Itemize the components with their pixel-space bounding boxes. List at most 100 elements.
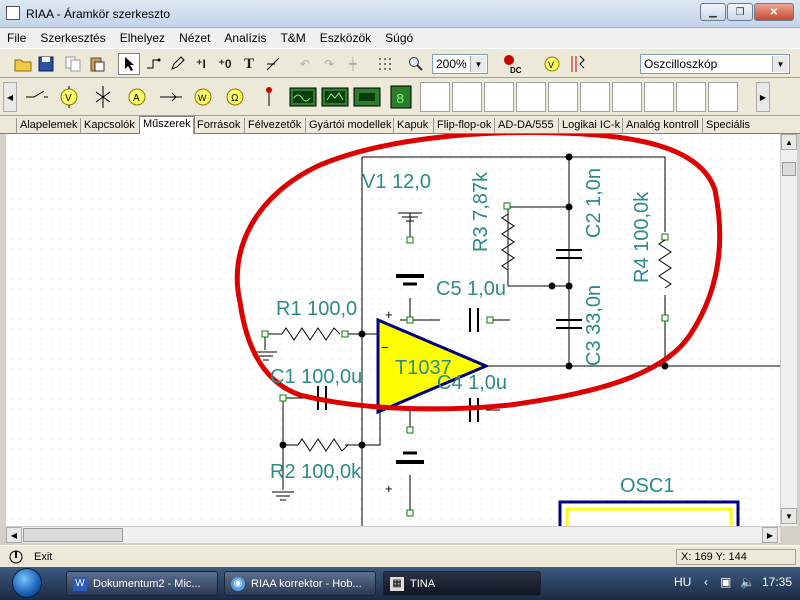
label-c2: C2 1,0n [583, 168, 605, 238]
horizontal-scrollbar[interactable]: ◀ ▶ [6, 526, 780, 543]
scroll-down-button[interactable]: ▼ [781, 508, 797, 524]
menu-szerkesztes[interactable]: Szerkesztés [33, 31, 112, 45]
vertical-scroll-thumb[interactable] [782, 162, 796, 176]
vertical-scrollbar[interactable]: ▲ ▼ [780, 134, 797, 526]
menu-tm[interactable]: T&M [273, 31, 312, 45]
scroll-up-button[interactable]: ▲ [781, 134, 797, 150]
windows-taskbar: W Dokumentum2 - Mic... ◉ RIAA korrektor … [0, 567, 800, 600]
menu-elhelyez[interactable]: Elhelyez [113, 31, 172, 45]
tab-muszerek[interactable]: Műszerek [139, 116, 195, 134]
clock[interactable]: 17:35 [762, 575, 792, 589]
menu-file[interactable]: File [0, 31, 33, 45]
schematic-drawing: V1 12,0 C5 1,0u R1 100,0 C1 100,0u C4 1,… [234, 134, 780, 526]
tab-analog-kontroll[interactable]: Analóg kontroll [622, 118, 702, 134]
zoom-icon[interactable] [405, 53, 427, 75]
logic-display-icon[interactable]: 8 [386, 82, 416, 112]
text-icon[interactable]: T [238, 53, 260, 75]
label-c5: C5 1,0u [436, 278, 506, 300]
tab-kapcsolok[interactable]: Kapcsolók [80, 118, 138, 134]
zoom-select[interactable]: 200% ▼ [432, 54, 488, 74]
arrow-wire-icon[interactable] [156, 82, 186, 112]
menu-analizis[interactable]: Analízis [217, 31, 273, 45]
save-icon[interactable] [35, 53, 57, 75]
palette-empty-slot [516, 82, 546, 112]
tab-flip-flop[interactable]: Flip-flop-ok [433, 118, 494, 134]
menu-eszkozok[interactable]: Eszközök [313, 31, 378, 45]
menu-nezet[interactable]: Nézet [172, 31, 217, 45]
start-button[interactable] [12, 568, 42, 598]
redo-icon[interactable]: ↷ [318, 53, 340, 75]
label-r2: R2 100,0k [270, 461, 362, 483]
label-opamp: T1037 [395, 357, 452, 379]
capacitor-icon [317, 249, 582, 422]
cursor-coordinates: X: 169 Y: 144 [676, 549, 796, 565]
probe-icon[interactable] [254, 82, 284, 112]
label-c1: C1 100,0u [270, 366, 362, 388]
current-source-icon[interactable]: ⁺I [190, 53, 212, 75]
ground-icon[interactable]: ⁺0 [214, 53, 236, 75]
line-text-icon[interactable] [262, 53, 284, 75]
label-r1: R1 100,0 [276, 298, 357, 320]
tab-kapuk[interactable]: Kapuk [393, 118, 431, 134]
menu-sugo[interactable]: Súgó [378, 31, 420, 45]
oscilloscope-icon[interactable] [288, 82, 318, 112]
show-hidden-icons-icon[interactable]: ‹ [704, 575, 708, 589]
palette-empty-slot [612, 82, 642, 112]
transformer-icon[interactable] [567, 53, 589, 75]
signal-analyzer-icon[interactable] [320, 82, 350, 112]
palette-empty-slot [644, 82, 674, 112]
oscilloscope-box [558, 500, 740, 526]
palette-scroll-left[interactable]: ◀ [3, 82, 17, 112]
svg-text:A: A [133, 93, 140, 104]
instrument-select[interactable]: Oszcilloszkóp ▼ [640, 54, 790, 74]
network-icon[interactable]: ▣ [720, 575, 731, 589]
svg-text:V: V [65, 93, 72, 104]
language-indicator[interactable]: HU [674, 575, 691, 589]
scroll-right-button[interactable]: ▶ [762, 527, 778, 543]
wire-icon[interactable] [142, 53, 164, 75]
tab-logikai-ic[interactable]: Logikai IC-k [558, 118, 623, 134]
switch-icon[interactable] [22, 82, 52, 112]
tab-specialis[interactable]: Speciális [702, 118, 753, 134]
junction-icon[interactable]: ┿ [342, 53, 364, 75]
minimize-button[interactable]: ▁ [700, 3, 726, 21]
wattmeter-icon[interactable]: W [188, 82, 218, 112]
tab-felvezetok[interactable]: Félvezetők [244, 118, 304, 134]
tab-gyartoi-modellek[interactable]: Gyártói modellek [305, 118, 395, 134]
dc-analysis-icon[interactable]: DC [499, 53, 525, 75]
paste-icon[interactable] [86, 53, 108, 75]
tina-icon: ▦ [390, 576, 404, 591]
exit-icon[interactable] [8, 549, 26, 568]
taskbar-item-word[interactable]: W Dokumentum2 - Mic... [66, 571, 218, 596]
label-c3: C3 33,0n [583, 285, 605, 366]
maximize-button[interactable]: ❐ [727, 3, 753, 21]
horizontal-scroll-thumb[interactable] [23, 528, 123, 542]
undo-icon[interactable]: ↶ [294, 53, 316, 75]
ammeter-icon[interactable]: A [122, 82, 152, 112]
function-generator-icon[interactable] [352, 82, 382, 112]
tab-alapelemek[interactable]: Alapelemek [16, 118, 80, 134]
taskbar-item-tina[interactable]: ▦ TINA [383, 571, 541, 596]
component-palette: ◀ V A W Ω 8 ▶ [0, 78, 800, 116]
select-pointer-icon[interactable] [118, 53, 140, 75]
voltmeter-icon[interactable]: V [541, 53, 563, 75]
palette-scroll-right[interactable]: ▶ [756, 82, 770, 112]
open-icon[interactable] [12, 53, 34, 75]
palette-empty-slot [452, 82, 482, 112]
volume-icon[interactable]: 🔈 [740, 575, 755, 589]
voltmeter-icon[interactable]: V [54, 82, 84, 112]
taskbar-item-browser[interactable]: ◉ RIAA korrektor - Hob... [224, 571, 376, 596]
tab-ad-da-555[interactable]: AD-DA/555 [494, 118, 557, 134]
close-button[interactable]: ✕ [754, 3, 794, 21]
exit-button[interactable]: Exit [34, 551, 52, 563]
scroll-left-button[interactable]: ◀ [6, 527, 22, 543]
crossed-wire-icon[interactable] [88, 82, 118, 112]
copy-icon[interactable] [62, 53, 84, 75]
schematic-canvas[interactable]: V1 12,0 C5 1,0u R1 100,0 C1 100,0u C4 1,… [6, 134, 780, 526]
pen-icon[interactable] [166, 53, 188, 75]
plus-sign: + [385, 481, 393, 496]
tab-forrasok[interactable]: Források [193, 118, 243, 134]
ohmmeter-icon[interactable]: Ω [220, 82, 250, 112]
grid-icon[interactable] [374, 53, 396, 75]
palette-empty-slot [484, 82, 514, 112]
